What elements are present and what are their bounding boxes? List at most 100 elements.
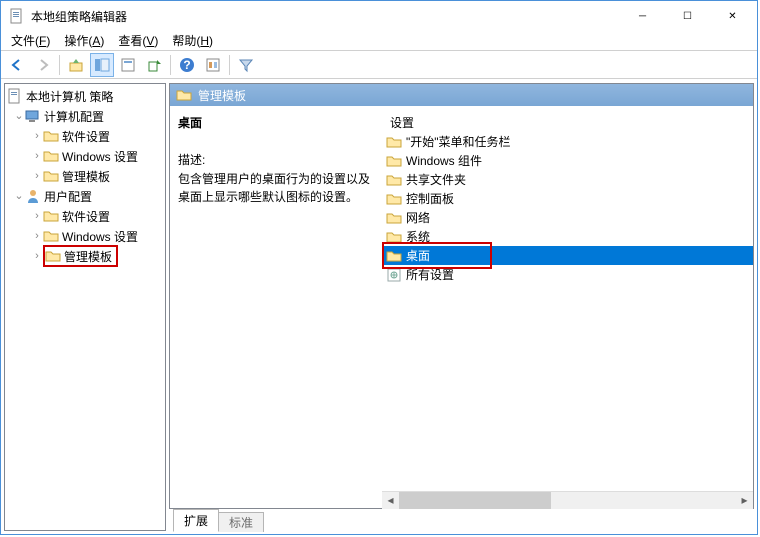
tree-user-windows[interactable]: › Windows 设置 xyxy=(5,226,165,246)
show-hide-tree-button[interactable] xyxy=(90,53,114,77)
description-column: 桌面 描述: 包含管理用户的桌面行为的设置以及桌面上显示哪些默认图标的设置。 xyxy=(170,106,382,508)
toolbar-separator-2 xyxy=(170,55,171,75)
tree-user-admin-label: 管理模板 xyxy=(61,248,112,265)
folder-icon xyxy=(386,172,402,188)
list-item[interactable]: Windows 组件 xyxy=(382,151,753,170)
menu-help[interactable]: 帮助(H) xyxy=(166,30,219,51)
up-button[interactable] xyxy=(64,53,88,77)
folder-icon xyxy=(45,248,61,264)
folder-icon xyxy=(43,228,59,244)
maximize-button[interactable]: ☐ xyxy=(665,2,710,30)
tree-user-admin-highlight: 管理模板 xyxy=(43,245,118,267)
expand-icon[interactable]: › xyxy=(31,211,43,222)
view-tabs: 扩展 标准 xyxy=(169,509,754,531)
back-button[interactable] xyxy=(5,53,29,77)
folder-icon xyxy=(386,153,402,169)
list-item-label: 系统 xyxy=(406,228,430,245)
tree-user-label: 用户配置 xyxy=(41,188,92,205)
folder-icon xyxy=(386,134,402,150)
folder-icon xyxy=(386,229,402,245)
tree-panel[interactable]: 本地计算机 策略 ⌄ 计算机配置 › 软件设置 › Windows 设置 › 管… xyxy=(4,83,166,531)
tree-root[interactable]: 本地计算机 策略 xyxy=(5,86,165,106)
expand-icon[interactable]: › xyxy=(31,231,43,242)
tab-extended[interactable]: 扩展 xyxy=(173,509,219,532)
tree-label: 软件设置 xyxy=(59,208,110,225)
content-inner: 管理模板 桌面 描述: 包含管理用户的桌面行为的设置以及桌面上显示哪些默认图标的… xyxy=(169,83,754,509)
settings-header[interactable]: 设置 xyxy=(382,106,753,132)
tree-computer-label: 计算机配置 xyxy=(41,108,104,125)
horizontal-scrollbar[interactable]: ◂ ▸ xyxy=(382,491,753,508)
computer-icon xyxy=(25,108,41,124)
help-button[interactable]: ? xyxy=(175,53,199,77)
svg-text:?: ? xyxy=(183,58,190,72)
tree-comp-admin[interactable]: › 管理模板 xyxy=(5,166,165,186)
menubar: 文件(F) 操作(A) 查看(V) 帮助(H) xyxy=(1,31,757,51)
folder-icon xyxy=(386,248,402,264)
menu-action[interactable]: 操作(A) xyxy=(58,30,110,51)
menu-file[interactable]: 文件(F) xyxy=(5,30,56,51)
expand-icon[interactable]: › xyxy=(31,131,43,142)
list-item-label: Windows 组件 xyxy=(406,152,482,169)
folder-icon xyxy=(176,87,192,103)
list-item[interactable]: 系统 xyxy=(382,227,753,246)
list-item[interactable]: 网络 xyxy=(382,208,753,227)
folder-icon xyxy=(43,168,59,184)
policy-icon xyxy=(7,88,23,104)
properties-button[interactable] xyxy=(116,53,140,77)
filter-button[interactable] xyxy=(234,53,258,77)
window-controls: ─ ☐ ✕ xyxy=(620,2,755,30)
expand-icon[interactable]: › xyxy=(31,171,43,182)
folder-icon xyxy=(43,208,59,224)
list-item[interactable]: 控制面板 xyxy=(382,189,753,208)
titlebar: 本地组策略编辑器 ─ ☐ ✕ xyxy=(1,1,757,31)
folder-icon xyxy=(43,148,59,164)
scroll-right-button[interactable]: ▸ xyxy=(736,492,753,509)
list-item[interactable]: 共享文件夹 xyxy=(382,170,753,189)
list-item-label: "开始"菜单和任务栏 xyxy=(406,133,511,150)
close-button[interactable]: ✕ xyxy=(710,2,755,30)
scroll-left-button[interactable]: ◂ xyxy=(382,492,399,509)
settings-list[interactable]: "开始"菜单和任务栏 Windows 组件共享文件夹控制面板网络系统桌面所有设置 xyxy=(382,132,753,491)
collapse-icon[interactable]: ⌄ xyxy=(13,191,25,202)
description-label: 描述: xyxy=(178,151,374,168)
export-button[interactable] xyxy=(142,53,166,77)
forward-button[interactable] xyxy=(31,53,55,77)
tree-user-admin-row[interactable]: › 管理模板 xyxy=(5,246,165,266)
folder-icon xyxy=(43,128,59,144)
list-item-label: 共享文件夹 xyxy=(406,171,466,188)
toolbar: ? xyxy=(1,51,757,79)
user-icon xyxy=(25,188,41,204)
path-header-text: 管理模板 xyxy=(198,87,246,104)
list-item-label: 桌面 xyxy=(406,247,430,264)
tab-standard[interactable]: 标准 xyxy=(218,512,264,532)
settings-icon xyxy=(386,267,402,283)
toolbar-separator xyxy=(59,55,60,75)
settings-header-text: 设置 xyxy=(390,114,414,131)
scroll-thumb[interactable] xyxy=(399,492,551,509)
list-item-label: 所有设置 xyxy=(406,266,454,283)
folder-icon xyxy=(386,210,402,226)
list-item[interactable]: "开始"菜单和任务栏 xyxy=(382,132,753,151)
tree-root-label: 本地计算机 策略 xyxy=(23,88,113,105)
minimize-button[interactable]: ─ xyxy=(620,2,665,30)
body: 本地计算机 策略 ⌄ 计算机配置 › 软件设置 › Windows 设置 › 管… xyxy=(1,79,757,534)
expand-icon[interactable]: › xyxy=(31,251,43,262)
toolbar-separator-3 xyxy=(229,55,230,75)
expand-icon[interactable]: › xyxy=(31,151,43,162)
tree-user-software[interactable]: › 软件设置 xyxy=(5,206,165,226)
tree-label: Windows 设置 xyxy=(59,228,138,245)
scroll-track[interactable] xyxy=(399,492,736,509)
content-panel: 管理模板 桌面 描述: 包含管理用户的桌面行为的设置以及桌面上显示哪些默认图标的… xyxy=(169,83,754,531)
tree-comp-windows[interactable]: › Windows 设置 xyxy=(5,146,165,166)
options-button[interactable] xyxy=(201,53,225,77)
tree-user-config[interactable]: ⌄ 用户配置 xyxy=(5,186,165,206)
menu-view[interactable]: 查看(V) xyxy=(112,30,164,51)
list-item[interactable]: 桌面 xyxy=(382,246,753,265)
window-title: 本地组策略编辑器 xyxy=(31,8,127,25)
tree-comp-software[interactable]: › 软件设置 xyxy=(5,126,165,146)
collapse-icon[interactable]: ⌄ xyxy=(13,111,25,122)
tree-computer-config[interactable]: ⌄ 计算机配置 xyxy=(5,106,165,126)
selection-title: 桌面 xyxy=(178,114,374,131)
list-item[interactable]: 所有设置 xyxy=(382,265,753,284)
settings-column: 设置 "开始"菜单和任务栏 Windows 组件共享文件夹控制面板网络系统桌面所有… xyxy=(382,106,753,508)
